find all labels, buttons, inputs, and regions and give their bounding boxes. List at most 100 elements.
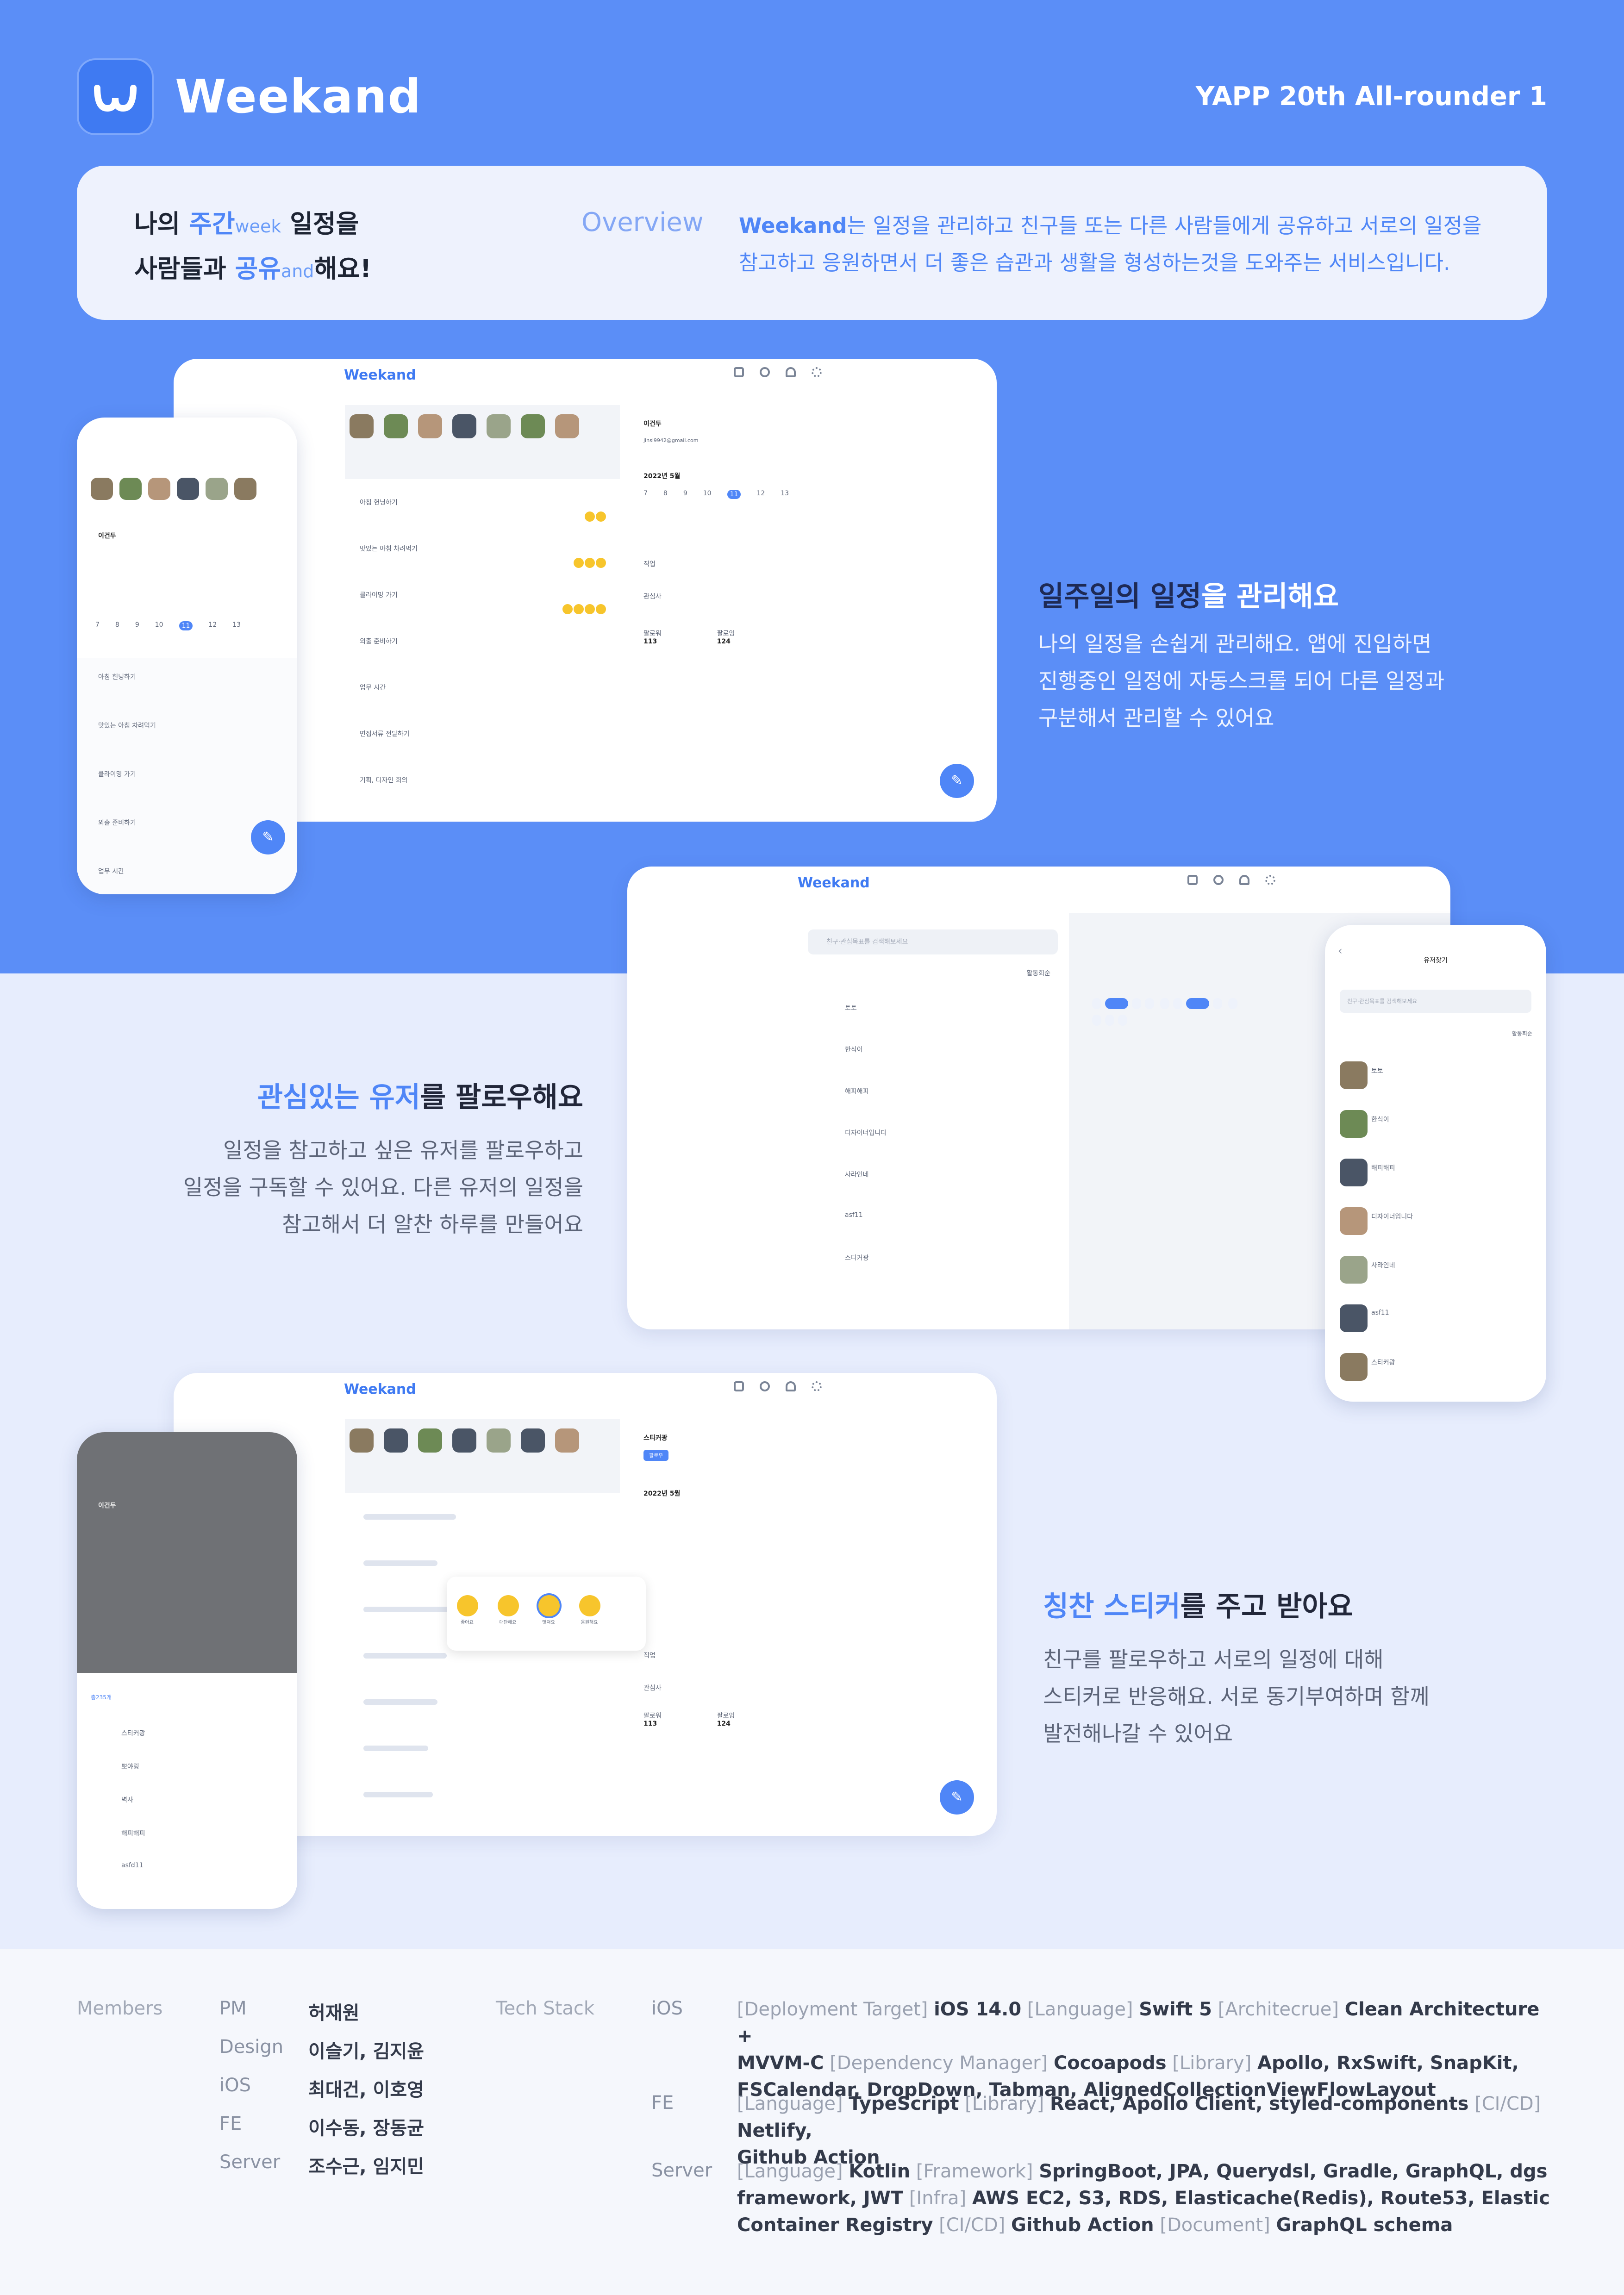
day-cell[interactable]: 13: [232, 621, 241, 630]
day-cell[interactable]: 9: [135, 621, 139, 630]
list-item[interactable]: 스티커광: [845, 1253, 869, 1262]
list-item[interactable]: 한식이: [1371, 1115, 1389, 1124]
avatar[interactable]: [487, 414, 511, 438]
avatar[interactable]: [384, 1428, 408, 1453]
edit-fab[interactable]: ✎: [251, 820, 285, 854]
list-item[interactable]: 벽사: [121, 1795, 133, 1804]
day-cell-selected[interactable]: 11: [727, 490, 741, 499]
day-cell[interactable]: 9: [683, 490, 687, 499]
search-icon[interactable]: [1213, 875, 1224, 885]
day-cell[interactable]: 8: [115, 621, 119, 630]
list-item[interactable]: 클라이밍 가기: [360, 590, 398, 599]
filter-chip[interactable]: [1092, 1015, 1101, 1026]
bell-icon[interactable]: [1239, 875, 1249, 885]
avatar[interactable]: [350, 414, 374, 438]
list-item[interactable]: asf11: [845, 1211, 863, 1219]
avatar[interactable]: [91, 478, 113, 500]
avatar[interactable]: [148, 478, 170, 500]
gear-icon[interactable]: [812, 367, 822, 377]
filter-chip[interactable]: [1145, 998, 1154, 1009]
search-input[interactable]: 친구·관심목표를 검색해보세요: [808, 929, 1058, 954]
bell-icon[interactable]: [786, 367, 796, 377]
list-item[interactable]: 외출 준비하기: [98, 818, 136, 827]
search-icon[interactable]: [760, 367, 770, 377]
list-item[interactable]: 외출 준비하기: [360, 636, 398, 646]
day-cell[interactable]: 10: [703, 490, 712, 499]
avatar[interactable]: [521, 1428, 545, 1453]
day-cell[interactable]: 8: [663, 490, 668, 499]
filter-chip[interactable]: [1092, 998, 1101, 1009]
list-item[interactable]: 맛있는 아침 차려먹기: [360, 544, 418, 553]
list-item[interactable]: 해피해피: [845, 1086, 869, 1096]
day-cell[interactable]: 12: [208, 621, 217, 630]
edit-fab[interactable]: ✎: [940, 1780, 974, 1815]
follower-count[interactable]: 113: [643, 1720, 662, 1727]
avatar[interactable]: [206, 478, 228, 500]
avatar[interactable]: [350, 1428, 374, 1453]
search-input[interactable]: 친구·관심목표를 검색해보세요: [1340, 990, 1531, 1013]
list-item[interactable]: 클라이밍 가기: [98, 769, 136, 779]
avatar[interactable]: [452, 414, 476, 438]
avatar[interactable]: [555, 1428, 579, 1453]
search-icon[interactable]: [760, 1381, 770, 1391]
avatar[interactable]: [555, 414, 579, 438]
list-item[interactable]: 아침 헌닝하기: [360, 498, 398, 507]
avatar[interactable]: [177, 478, 199, 500]
list-item[interactable]: 스티커광: [1371, 1358, 1395, 1367]
avatar[interactable]: [384, 414, 408, 438]
avatar[interactable]: [521, 414, 545, 438]
avatar[interactable]: [418, 414, 442, 438]
avatar[interactable]: [119, 478, 142, 500]
filter-chip[interactable]: [1132, 998, 1141, 1009]
filter-chip[interactable]: [1228, 998, 1238, 1009]
gear-icon[interactable]: [1265, 875, 1275, 885]
list-item[interactable]: 토토: [845, 1003, 857, 1012]
following-count[interactable]: 124: [717, 1720, 735, 1727]
list-item[interactable]: 디자이너입니다: [1371, 1212, 1413, 1221]
list-item[interactable]: 사라인네: [845, 1170, 869, 1179]
list-item[interactable]: 한식이: [845, 1045, 863, 1054]
list-item[interactable]: 기획, 디자인 회의: [360, 775, 408, 785]
sort-dropdown[interactable]: 활동회순: [1026, 968, 1050, 978]
list-item[interactable]: 업무 시간: [360, 683, 386, 692]
filter-chip[interactable]: [1173, 998, 1183, 1009]
avatar[interactable]: [418, 1428, 442, 1453]
filter-chip[interactable]: [1118, 1015, 1127, 1026]
folder-icon[interactable]: [734, 367, 744, 377]
day-cell[interactable]: 10: [155, 621, 163, 630]
sticker-option[interactable]: 대단해요: [497, 1595, 519, 1625]
day-cell[interactable]: 13: [781, 490, 789, 499]
list-item[interactable]: asfd11: [121, 1862, 144, 1869]
folder-icon[interactable]: [1187, 875, 1198, 885]
sticker-total[interactable]: 총235개: [91, 1693, 112, 1701]
day-cell-selected[interactable]: 11: [179, 621, 193, 630]
list-item[interactable]: 토토: [1371, 1066, 1383, 1075]
list-item[interactable]: 사라인네: [1371, 1260, 1395, 1270]
list-item[interactable]: 맛있는 아침 차려먹기: [98, 721, 156, 730]
list-item[interactable]: 해피해피: [1371, 1163, 1395, 1172]
sticker-option[interactable]: 좋아요: [456, 1595, 478, 1625]
list-item[interactable]: 면접서류 전달하기: [360, 729, 410, 738]
sort-dropdown[interactable]: 활동회순: [1512, 1029, 1532, 1037]
list-item[interactable]: 업무 시간: [98, 867, 124, 876]
list-item[interactable]: 스티커광: [121, 1728, 145, 1738]
filter-chip-selected[interactable]: [1105, 998, 1128, 1009]
list-item[interactable]: 뽀야링: [121, 1762, 139, 1771]
avatar[interactable]: [487, 1428, 511, 1453]
month-label[interactable]: 2022년 5월: [643, 471, 819, 480]
bell-icon[interactable]: [786, 1381, 796, 1391]
day-cell[interactable]: 7: [643, 490, 648, 499]
edit-fab[interactable]: ✎: [940, 764, 974, 798]
list-item[interactable]: 해피해피: [121, 1828, 145, 1838]
folder-icon[interactable]: [734, 1381, 744, 1391]
filter-chip-selected[interactable]: [1186, 998, 1210, 1009]
filter-chip[interactable]: [1105, 1015, 1114, 1026]
avatar[interactable]: [234, 478, 256, 500]
avatar[interactable]: [452, 1428, 476, 1453]
day-cell[interactable]: 12: [756, 490, 765, 499]
following-count[interactable]: 124: [717, 638, 735, 645]
filter-chip[interactable]: [1213, 998, 1223, 1009]
day-cell[interactable]: 7: [95, 621, 100, 630]
month-label[interactable]: 2022년 5월: [643, 1489, 819, 1498]
follower-count[interactable]: 113: [643, 638, 662, 645]
